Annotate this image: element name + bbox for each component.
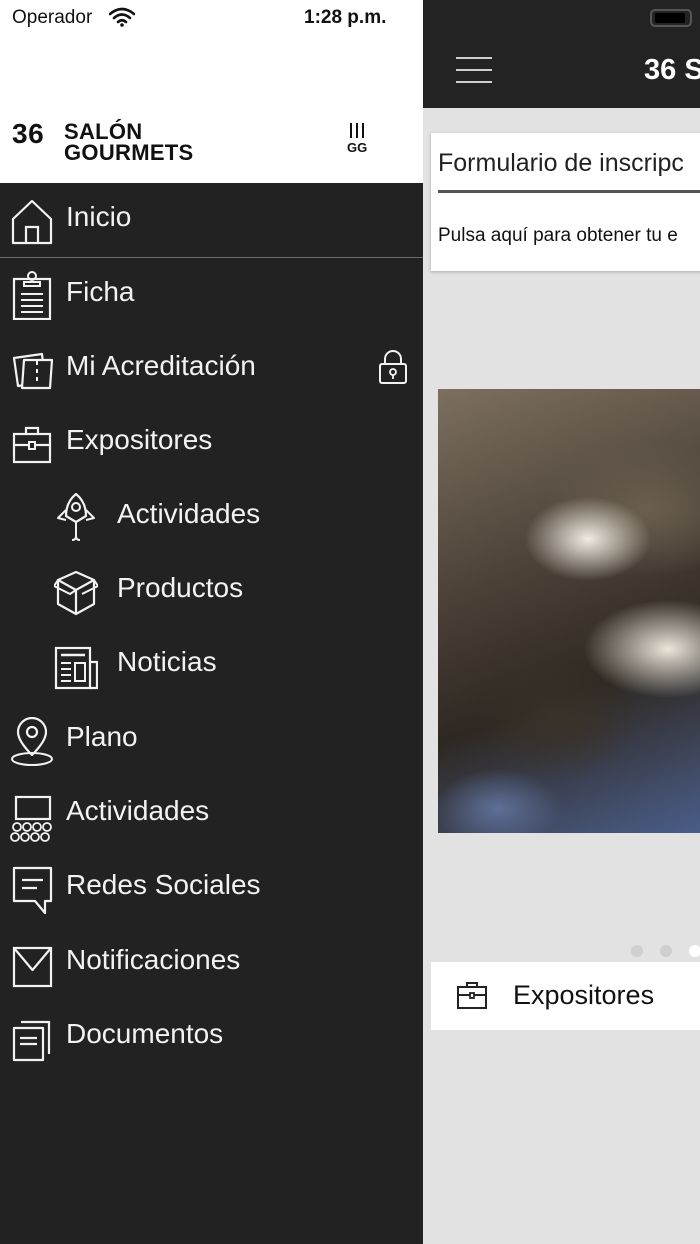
menu-item-mi-acreditacion[interactable]: Mi Acreditación — [0, 332, 423, 406]
menu-label: Ficha — [66, 276, 135, 307]
menu-item-plano[interactable]: Plano — [0, 703, 423, 777]
menu-item-expositores[interactable]: Expositores — [0, 406, 423, 480]
lock-icon — [379, 350, 407, 384]
carousel-dot-active[interactable] — [689, 945, 700, 957]
carousel-dot[interactable] — [631, 945, 643, 957]
menu-label: Redes Sociales — [66, 869, 261, 900]
main-screen: 36 S Formulario de inscripc Pulsa aquí p… — [423, 0, 700, 1244]
menu-label: Mi Acreditación — [66, 350, 256, 381]
menu-label: Actividades — [66, 795, 210, 826]
newspaper-icon — [54, 646, 98, 690]
menu-item-documentos[interactable]: Documentos — [0, 1000, 423, 1074]
briefcase-icon — [12, 426, 52, 464]
menu-label: Actividades — [117, 498, 261, 529]
menu-item-inicio[interactable]: Inicio — [0, 183, 423, 257]
drawer-header: Operador 1:28 p.m. 36 SALÓN GOURMETS GG — [0, 0, 423, 183]
clipboard-icon — [12, 271, 52, 320]
divider — [438, 190, 700, 193]
logo-text: SALÓN GOURMETS — [64, 119, 234, 165]
form-card-text: Pulsa aquí para obtener tu e — [438, 225, 678, 246]
hamburger-menu-icon[interactable] — [456, 56, 492, 84]
exhibitors-card-label: Expositores — [513, 980, 655, 1010]
envelope-icon — [12, 946, 53, 988]
main-top-bar: 36 S — [423, 0, 700, 108]
home-icon — [11, 199, 53, 245]
logo-line-2: GOURMETS — [64, 140, 194, 165]
carousel-image[interactable] — [438, 389, 700, 833]
gg-logo-icon: GG — [347, 123, 367, 155]
battery-icon — [650, 9, 692, 27]
form-card-title: Formulario de inscripc — [438, 149, 684, 177]
documents-icon — [12, 1020, 51, 1062]
menu-item-notificaciones[interactable]: Notificaciones — [0, 926, 423, 1000]
rocket-icon — [57, 492, 95, 541]
menu-label: Notificaciones — [66, 944, 241, 975]
carousel-dot[interactable] — [660, 945, 672, 957]
logo-number: 36 — [12, 118, 45, 149]
menu-label: Documentos — [66, 1018, 224, 1049]
menu-label: Productos — [117, 572, 244, 603]
logo-line-1: SALÓN — [64, 119, 143, 144]
briefcase-icon — [457, 982, 487, 1009]
menu-item-actividades-expositores[interactable]: Actividades — [0, 480, 423, 554]
chat-icon — [12, 866, 53, 915]
main-title: 36 S — [644, 54, 700, 86]
carrier-label: Operador — [12, 7, 93, 28]
exhibitors-card[interactable]: Expositores — [431, 962, 700, 1030]
menu-label: Plano — [66, 721, 138, 752]
menu-label: Expositores — [66, 424, 213, 455]
map-pin-icon — [11, 717, 53, 766]
menu-item-actividades[interactable]: Actividades — [0, 777, 423, 851]
clock: 1:28 p.m. — [304, 7, 387, 28]
registration-form-card[interactable]: Formulario de inscripc Pulsa aquí para o… — [431, 133, 700, 271]
wifi-icon — [109, 7, 135, 27]
menu-item-noticias[interactable]: Noticias — [0, 628, 423, 702]
menu-item-ficha[interactable]: Ficha — [0, 258, 423, 332]
svg-text:GG: GG — [347, 140, 367, 155]
box-icon — [54, 570, 98, 616]
tickets-icon — [12, 352, 54, 390]
menu-label: Noticias — [117, 646, 217, 677]
menu-item-productos[interactable]: Productos — [0, 554, 423, 628]
navigation-drawer: Operador 1:28 p.m. 36 SALÓN GOURMETS GG … — [0, 0, 423, 1244]
audience-icon — [10, 795, 52, 842]
menu-item-redes-sociales[interactable]: Redes Sociales — [0, 851, 423, 925]
menu-label: Inicio — [66, 201, 132, 232]
